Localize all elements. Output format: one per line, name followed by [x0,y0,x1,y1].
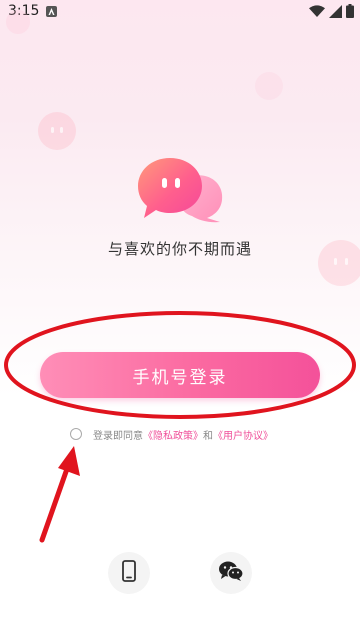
wechat-login-button[interactable] [210,552,252,594]
phone-login-button[interactable]: 手机号登录 [40,352,320,398]
mobile-phone-icon [122,560,136,586]
phone-login-label: 手机号登录 [132,367,228,388]
slogan: 与喜欢的你不期而遇 [107,240,252,258]
agreement-row: 登录即同意 《隐私政策》 和 《用户协议》 [70,426,273,442]
chat-bubbles-logo-icon [132,154,232,224]
annotation-arrow [39,446,80,543]
notification-a-icon [46,6,57,17]
decorative-bubble [38,112,76,150]
decorative-bubble [6,10,30,34]
privacy-policy-link[interactable]: 《隐私政策》 [143,427,203,442]
user-agreement-link[interactable]: 《用户协议》 [213,427,273,442]
status-bar: 3:15 [0,0,360,24]
decorative-bubble [255,72,283,100]
agreement-checkbox[interactable] [70,428,82,440]
agreement-prefix: 登录即同意 [93,430,143,442]
status-icons [309,3,354,22]
wifi-icon [309,3,325,22]
wechat-icon [219,561,244,585]
battery-icon [346,3,354,22]
phone-login-option-button[interactable] [108,552,150,594]
cellular-signal-icon [329,3,342,22]
agreement-and: 和 [203,430,213,442]
